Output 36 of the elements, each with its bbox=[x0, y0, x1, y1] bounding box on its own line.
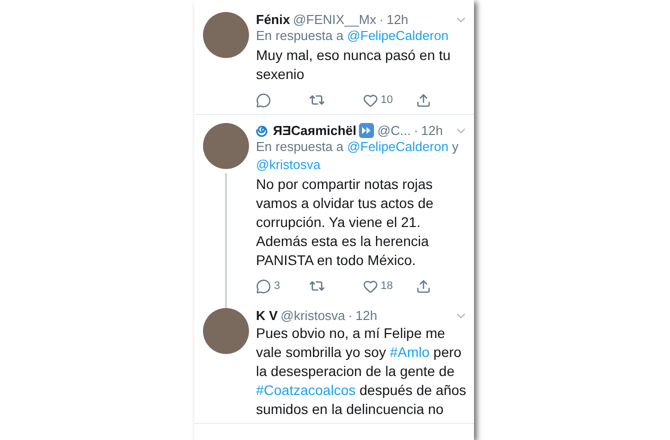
tweet-time: 12h bbox=[356, 308, 378, 323]
mention-link[interactable]: @FelipeCalderon bbox=[347, 139, 448, 154]
avatar-photo-placeholder[interactable] bbox=[203, 123, 249, 169]
tweet-text: No por compartir notas rojas vamos a olvidar tus actos de corrupción. Ya viene el 21. Además esta es la herencia PANISTA en todo México. bbox=[256, 175, 434, 270]
share-icon[interactable] bbox=[416, 278, 431, 294]
like-count: 10 bbox=[380, 94, 393, 106]
like-icon[interactable] bbox=[362, 92, 378, 108]
like-icon[interactable] bbox=[362, 278, 378, 294]
fast-forward-icon bbox=[359, 123, 374, 138]
mention-link[interactable]: @kristosva bbox=[256, 157, 320, 172]
user-handle: @kristosva bbox=[280, 308, 346, 323]
user-handle: @FENIX__Mx bbox=[292, 12, 376, 27]
mention-link[interactable]: @FelipeCalderon bbox=[347, 28, 448, 43]
tweet-time: 12h bbox=[421, 123, 443, 138]
reply-icon[interactable] bbox=[256, 278, 271, 294]
hashtag-link[interactable]: #Coatzacoalcos bbox=[256, 382, 356, 398]
share-icon[interactable] bbox=[416, 92, 431, 108]
user-name[interactable]: K V bbox=[256, 308, 278, 323]
user-name[interactable]: Fénix bbox=[256, 12, 290, 27]
avatar-photo-placeholder[interactable] bbox=[203, 12, 249, 58]
separator-dot: · bbox=[348, 308, 353, 323]
user-name[interactable]: ЯƎCaяmichël bbox=[273, 123, 356, 138]
like-count: 18 bbox=[380, 280, 393, 292]
avatar-photo-placeholder[interactable] bbox=[203, 308, 249, 354]
tweet-text: Muy mal, eso nunca pasó en tu sexenio bbox=[256, 46, 452, 84]
user-handle: @C... bbox=[377, 123, 411, 138]
reply-count: 3 bbox=[274, 280, 280, 292]
reply-icon[interactable] bbox=[256, 92, 271, 108]
hashtag-link[interactable]: #Amlo bbox=[390, 344, 430, 360]
reply-context: En respuesta a @FelipeCalderon bbox=[256, 27, 450, 45]
separator-dot: · bbox=[379, 12, 384, 27]
spiral-icon bbox=[256, 124, 270, 138]
separator-dot: · bbox=[414, 123, 418, 138]
tweet-time: 12h bbox=[386, 12, 408, 27]
tweet-text: Pues obvio no, a mí Felipe me vale sombrilla yo soy #Amlo pero la desesperacion de la gente de #Coatzacoalcos después de años sumidos en la delincuencia no bbox=[256, 324, 468, 419]
reply-context: En respuesta a @FelipeCalderon y @kristosva bbox=[256, 138, 460, 174]
